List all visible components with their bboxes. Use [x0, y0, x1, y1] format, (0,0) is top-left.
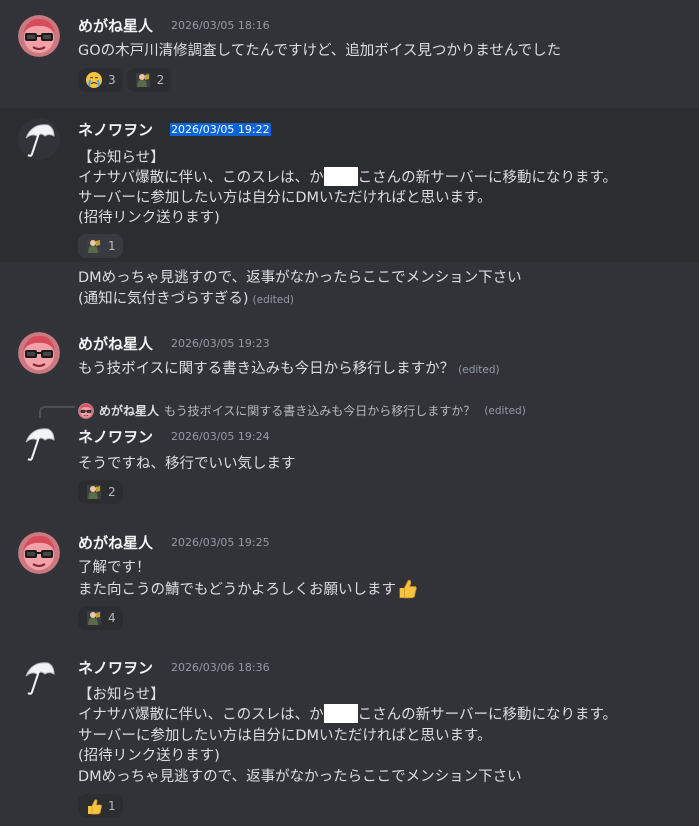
- timestamp[interactable]: 2026/03/05 19:23: [171, 337, 270, 350]
- message-text: イナサバ爆散に伴い、このスレは、か こさんの新サーバーに移動になります。: [78, 166, 617, 187]
- username[interactable]: ネノワヲン: [78, 426, 153, 447]
- reaction-agent[interactable]: 2: [126, 68, 172, 92]
- message-text: GOの木戸川清修調査してたんですけど、追加ボイス見つかりませんでした: [78, 43, 562, 59]
- reaction-bar: 3 2: [78, 68, 172, 92]
- reaction-crying[interactable]: 3: [78, 68, 123, 92]
- username[interactable]: めがね星人: [78, 532, 153, 553]
- reaction-thumbs-up[interactable]: 1: [78, 794, 123, 818]
- redaction-box: [323, 167, 358, 186]
- agent-figure-icon: [87, 485, 101, 499]
- agent-figure-icon: [135, 73, 150, 87]
- message-text: (招待リンク送ります): [78, 210, 220, 226]
- message-text: DMめっちゃ見逃すので、返事がなかったらここでメンション下さい: [78, 270, 522, 286]
- message-text: もう技ボイスに関する書き込みも今日から移行しますか？ (edited): [78, 361, 500, 377]
- redaction-box: [323, 704, 358, 723]
- message-text: 【お知らせ】: [78, 687, 165, 703]
- username[interactable]: ネノワヲン: [78, 657, 153, 678]
- reaction-bar: 2: [78, 480, 123, 504]
- reaction-bar: 4: [78, 606, 123, 630]
- reaction-agent[interactable]: 1: [78, 234, 123, 258]
- user-avatar[interactable]: [18, 15, 60, 57]
- user-avatar[interactable]: [18, 118, 60, 160]
- message-item: めがね星人 2026/03/05 18:16 GOの木戸川清修調査してたんですけ…: [0, 0, 699, 100]
- message-text: 了解です！: [78, 560, 151, 576]
- timestamp[interactable]: 2026/03/05 19:24: [171, 430, 270, 443]
- edited-label: (edited): [252, 294, 295, 306]
- edited-label: (edited): [484, 404, 526, 417]
- message-item: ネノワヲン 2026/03/06 18:36 【お知らせ】 イナサバ爆散に伴い、…: [0, 646, 699, 826]
- timestamp[interactable]: 2026/03/06 18:36: [171, 661, 270, 674]
- reaction-agent[interactable]: 2: [78, 480, 123, 504]
- timestamp[interactable]: 2026/03/05 19:22: [170, 123, 271, 136]
- timestamp[interactable]: 2026/03/05 18:16: [171, 19, 270, 32]
- message-item: ネノワヲン 2026/03/05 19:22 【お知らせ】 イナサバ爆散に伴い、…: [0, 108, 699, 262]
- username[interactable]: めがね星人: [78, 15, 153, 36]
- thumbs-up-icon: [87, 799, 102, 815]
- user-avatar[interactable]: [18, 656, 60, 698]
- message-item: ネノワヲン 2026/03/05 19:24 そうですね、移行でいい気します 2: [0, 418, 699, 508]
- timestamp[interactable]: 2026/03/05 19:25: [171, 536, 270, 549]
- reaction-bar: 1: [78, 234, 123, 258]
- reply-preview[interactable]: めがね星人 もう技ボイスに関する書き込みも今日から移行しますか？ (edited…: [78, 402, 526, 419]
- agent-figure-icon: [87, 611, 101, 625]
- reply-text[interactable]: もう技ボイスに関する書き込みも今日から移行しますか？: [164, 402, 475, 419]
- message-item: DMめっちゃ見逃すので、返事がなかったらここでメンション下さい (通知に気付きづ…: [0, 262, 699, 312]
- user-avatar[interactable]: [18, 422, 60, 464]
- message-text: DMめっちゃ見逃すので、返事がなかったらここでメンション下さい: [78, 769, 522, 785]
- crying-face-icon: [85, 71, 103, 89]
- edited-label: (edited): [458, 364, 500, 376]
- message-item: めがね星人 2026/03/05 19:23 もう技ボイスに関する書き込みも今日…: [0, 322, 699, 384]
- reply-avatar: [78, 402, 94, 419]
- message-text: イナサバ爆散に伴い、このスレは、か こさんの新サーバーに移動になります。: [78, 703, 617, 724]
- message-text: (通知に気付きづらすぎる) (edited): [78, 291, 295, 307]
- message-item: めがね星人 2026/03/05 19:25 了解です！ また向こうの鯖でもどう…: [0, 522, 699, 642]
- message-text: サーバーに参加したい方は自分にDMいただければと思います。: [78, 190, 492, 206]
- username[interactable]: めがね星人: [78, 333, 153, 354]
- message-text: (招待リンク送ります): [78, 748, 220, 764]
- username[interactable]: ネノワヲン: [78, 119, 153, 140]
- user-avatar[interactable]: [18, 332, 60, 374]
- reply-username[interactable]: めがね星人: [99, 402, 159, 419]
- user-avatar[interactable]: [18, 532, 60, 574]
- message-text: また向こうの鯖でもどうかよろしくお願いします: [78, 577, 418, 599]
- reaction-agent[interactable]: 4: [78, 606, 123, 630]
- message-text: 【お知らせ】: [78, 150, 165, 166]
- thumbs-up-icon: [399, 579, 417, 599]
- reaction-bar: 1: [78, 794, 123, 818]
- agent-figure-icon: [87, 239, 101, 253]
- message-text: そうですね、移行でいい気します: [78, 456, 296, 472]
- message-text: サーバーに参加したい方は自分にDMいただければと思います。: [78, 728, 492, 744]
- reply-connector: [39, 406, 75, 418]
